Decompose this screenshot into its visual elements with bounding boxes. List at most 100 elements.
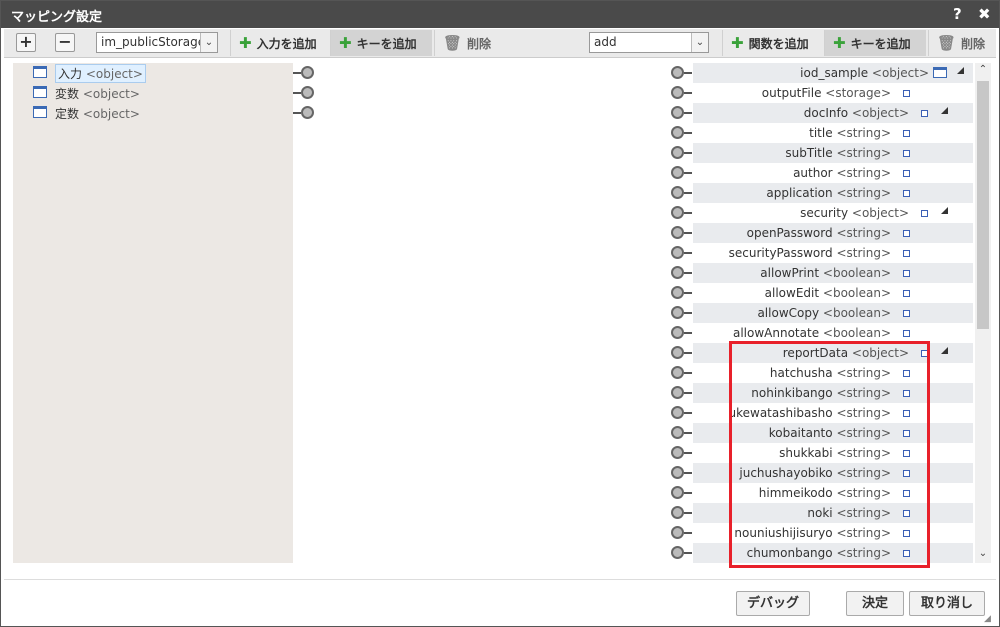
target-node[interactable]: kobaitanto <string> (693, 423, 973, 443)
target-node[interactable]: nouniushijisuryo <string> (693, 523, 973, 543)
mapping-canvas[interactable]: 入力 <object> 変数 <object> 定数 <object> iod_… (13, 63, 973, 563)
target-node[interactable]: securityPassword <string> (693, 243, 973, 263)
node-name: allowAnnotate (732, 326, 820, 340)
target-connector-icon[interactable] (671, 406, 684, 419)
target-node[interactable]: openPassword <string> (693, 223, 973, 243)
target-node[interactable]: reportData <object> (693, 343, 973, 363)
source-connector-icon[interactable] (301, 66, 314, 79)
plus-icon: ✚ (833, 34, 846, 52)
target-node[interactable]: himmeikodo <string> (693, 483, 973, 503)
target-connector-icon[interactable] (671, 346, 684, 359)
target-connector-icon[interactable] (671, 326, 684, 339)
cancel-button[interactable]: 取り消し (909, 591, 985, 616)
target-connector-icon[interactable] (671, 526, 684, 539)
target-node[interactable]: ukewatashibasho <string> (693, 403, 973, 423)
node-name: 変数 (55, 87, 80, 101)
target-connector-icon[interactable] (671, 126, 684, 139)
add-input-button[interactable]: ✚ 入力を追加 (230, 30, 330, 56)
target-node[interactable]: allowAnnotate <boolean> (693, 323, 973, 343)
scroll-down-icon[interactable]: ⌄ (975, 547, 991, 561)
help-icon[interactable]: ? (953, 5, 962, 23)
target-connector-icon[interactable] (671, 466, 684, 479)
target-connector-icon[interactable] (671, 306, 684, 319)
target-connector-icon[interactable] (671, 226, 684, 239)
target-connector-icon[interactable] (671, 86, 684, 99)
target-node[interactable]: allowCopy <boolean> (693, 303, 973, 323)
add-key-left-button[interactable]: ✚ キーを追加 (330, 30, 432, 56)
collapse-all-button[interactable]: − (55, 33, 75, 52)
target-node[interactable]: noki <string> (693, 503, 973, 523)
node-type: <object> (871, 66, 929, 80)
target-connector-icon[interactable] (671, 366, 684, 379)
node-type: <string> (836, 446, 891, 460)
target-connector-icon[interactable] (671, 426, 684, 439)
node-type: <storage> (825, 86, 891, 100)
function-select-value: add (594, 35, 617, 49)
target-node[interactable]: allowPrint <boolean> (693, 263, 973, 283)
target-node[interactable]: hatchusha <string> (693, 363, 973, 383)
source-tree-panel: 入力 <object> 変数 <object> 定数 <object> (13, 63, 293, 563)
vertical-scrollbar[interactable]: ⌃ ⌄ (975, 63, 991, 563)
target-connector-icon[interactable] (671, 486, 684, 499)
target-node[interactable]: subTitle <string> (693, 143, 973, 163)
field-marker-icon (903, 150, 910, 157)
target-connector-icon[interactable] (671, 266, 684, 279)
target-node[interactable]: iod_sample <object> (693, 63, 973, 83)
target-node[interactable]: security <object> (693, 203, 973, 223)
node-type: <string> (836, 426, 891, 440)
delete-right-button[interactable]: 🗑 削除 (928, 30, 994, 56)
debug-button[interactable]: デバッグ (736, 591, 810, 616)
close-icon[interactable]: ✖ (978, 5, 991, 23)
connector-stub (684, 112, 692, 114)
resize-grip-icon[interactable]: ◢ (984, 614, 994, 624)
target-node[interactable]: application <string> (693, 183, 973, 203)
target-node[interactable]: shukkabi <string> (693, 443, 973, 463)
target-node[interactable]: nohinkibango <string> (693, 383, 973, 403)
target-node[interactable]: allowEdit <boolean> (693, 283, 973, 303)
target-node[interactable]: chumonbango <string> (693, 543, 973, 563)
connector-stub (293, 112, 301, 114)
target-connector-icon[interactable] (671, 186, 684, 199)
target-connector-icon[interactable] (671, 546, 684, 559)
add-function-button[interactable]: ✚ 関数を追加 (722, 30, 822, 56)
target-node[interactable]: juchushayobiko <string> (693, 463, 973, 483)
expand-toggle-icon[interactable] (941, 347, 948, 354)
target-connector-icon[interactable] (671, 106, 684, 119)
target-node[interactable]: docInfo <object> (693, 103, 973, 123)
function-select[interactable]: add ⌄ (589, 32, 709, 53)
target-connector-icon[interactable] (671, 246, 684, 259)
expand-toggle-icon[interactable] (941, 107, 948, 114)
chevron-down-icon[interactable]: ⌄ (200, 33, 217, 52)
target-connector-icon[interactable] (671, 206, 684, 219)
target-connector-icon[interactable] (671, 386, 684, 399)
expand-all-button[interactable]: + (16, 33, 36, 52)
source-node-variable[interactable]: 変数 <object> (13, 83, 293, 103)
source-connector-icon[interactable] (301, 106, 314, 119)
source-connector-icon[interactable] (301, 86, 314, 99)
add-key-right-button[interactable]: ✚ キーを追加 (824, 30, 926, 56)
target-connector-icon[interactable] (671, 506, 684, 519)
target-node[interactable]: author <string> (693, 163, 973, 183)
scroll-thumb[interactable] (977, 81, 989, 329)
node-name: security (800, 206, 849, 220)
ok-button[interactable]: 決定 (846, 591, 904, 616)
connector-stub (684, 212, 692, 214)
target-connector-icon[interactable] (671, 66, 684, 79)
source-node-label: 定数 <object> (55, 105, 140, 122)
scroll-up-icon[interactable]: ⌃ (975, 63, 991, 77)
target-connector-icon[interactable] (671, 286, 684, 299)
target-connector-icon[interactable] (671, 446, 684, 459)
target-connector-icon[interactable] (671, 166, 684, 179)
input-source-select[interactable]: im_publicStorage ⌄ (96, 32, 218, 53)
field-marker-icon (903, 330, 910, 337)
chevron-down-icon[interactable]: ⌄ (691, 33, 708, 52)
target-node[interactable]: outputFile <storage> (693, 83, 973, 103)
input-source-value: im_publicStorage (101, 35, 206, 49)
source-node-constant[interactable]: 定数 <object> (13, 103, 293, 123)
expand-toggle-icon[interactable] (941, 207, 948, 214)
expand-toggle-icon[interactable] (957, 67, 964, 74)
target-connector-icon[interactable] (671, 146, 684, 159)
source-node-input[interactable]: 入力 <object> (13, 63, 293, 83)
delete-left-button[interactable]: 🗑 削除 (434, 30, 500, 56)
target-node[interactable]: title <string> (693, 123, 973, 143)
